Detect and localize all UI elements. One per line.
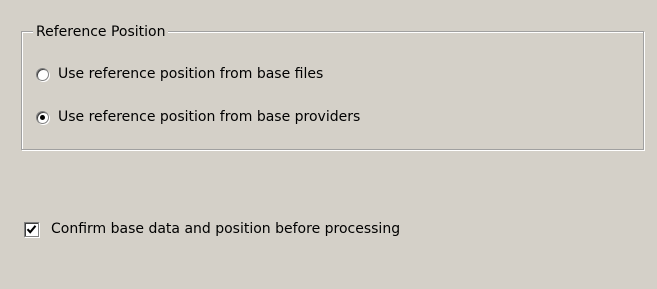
confirm-base-data-checkbox-row[interactable]: Confirm base data and position before pr… bbox=[24, 218, 400, 240]
checkbox-checked-icon[interactable] bbox=[24, 221, 39, 237]
radio-button-selected-icon[interactable] bbox=[36, 110, 49, 124]
reference-position-groupbox bbox=[21, 31, 644, 150]
confirm-checkbox-label: Confirm base data and position before pr… bbox=[51, 221, 401, 237]
radio-option-label: Use reference position from base files bbox=[58, 66, 324, 82]
radio-option-base-providers[interactable]: Use reference position from base provide… bbox=[36, 107, 360, 127]
radio-button-icon[interactable] bbox=[36, 67, 49, 81]
radio-option-label: Use reference position from base provide… bbox=[58, 109, 361, 125]
reference-position-group-title: Reference Position bbox=[33, 22, 169, 42]
radio-option-base-files[interactable]: Use reference position from base files bbox=[36, 64, 323, 84]
